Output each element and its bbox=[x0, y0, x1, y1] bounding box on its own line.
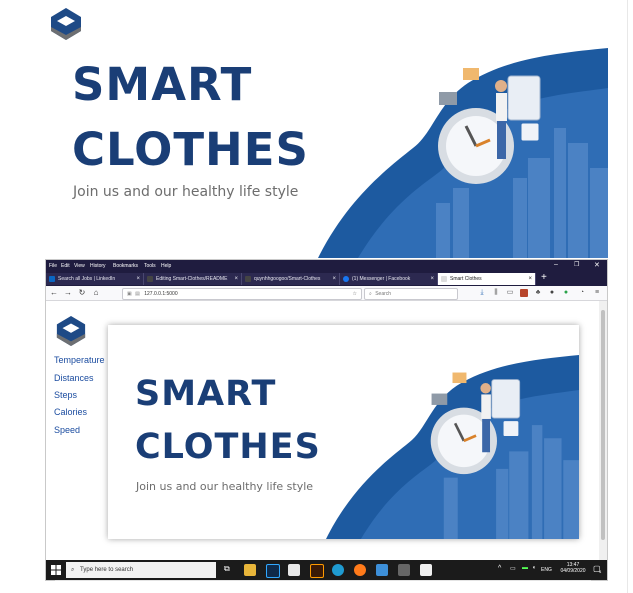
shield-icon: ▣ bbox=[127, 291, 132, 297]
site-logo-icon[interactable] bbox=[55, 315, 87, 347]
firefox-icon[interactable] bbox=[354, 564, 366, 576]
hero-title-line2: CLOTHES bbox=[72, 123, 309, 176]
close-tab-icon[interactable]: × bbox=[136, 273, 140, 285]
paint-icon[interactable] bbox=[420, 564, 432, 576]
minimize-icon[interactable]: – bbox=[554, 261, 558, 268]
url-bar[interactable]: ▣ ▤ 127.0.0.1:5000 ☆ bbox=[122, 288, 362, 300]
close-tab-icon[interactable]: × bbox=[430, 273, 434, 285]
card-title-line1: SMART bbox=[135, 374, 277, 414]
browser-window: File Edit View History Bookmarks Tools H… bbox=[45, 259, 608, 581]
extension-circle-icon[interactable]: ● bbox=[548, 289, 556, 297]
url-text: 127.0.0.1:5000 bbox=[144, 291, 178, 297]
tray-battery-icon[interactable]: ▬ bbox=[522, 565, 528, 571]
forward-icon[interactable]: → bbox=[63, 288, 73, 297]
card-illustration bbox=[326, 355, 579, 539]
download-icon[interactable]: ⤓ bbox=[478, 289, 486, 297]
back-icon[interactable]: ← bbox=[49, 288, 59, 297]
tray-network-icon[interactable]: ▭ bbox=[510, 565, 516, 572]
tab-label: Editing Smart-Clothes/README bbox=[156, 276, 228, 282]
tray-chevron-icon[interactable]: ^ bbox=[498, 565, 501, 572]
sidebar-link-steps[interactable]: Steps bbox=[54, 390, 77, 400]
hero-illustration bbox=[318, 48, 608, 258]
maximize-icon[interactable]: ❐ bbox=[574, 261, 579, 268]
tab-label: Smart Clothes bbox=[450, 276, 482, 282]
hero-banner: SMART CLOTHES Join us and our healthy li… bbox=[0, 0, 633, 258]
search-placeholder: Search bbox=[375, 291, 392, 297]
illustrator-icon[interactable] bbox=[310, 564, 324, 578]
edge-icon[interactable] bbox=[332, 564, 344, 576]
search-icon: ⌕ bbox=[369, 291, 372, 297]
tab-messenger[interactable]: (1) Messenger | Facebook × bbox=[340, 273, 438, 285]
app-icon[interactable] bbox=[376, 564, 388, 576]
card-title-line2: CLOTHES bbox=[135, 427, 321, 467]
photoshop-icon[interactable] bbox=[266, 564, 280, 578]
new-tab-icon[interactable]: + bbox=[541, 272, 547, 283]
file-explorer-icon[interactable] bbox=[244, 564, 256, 576]
tab-bar: Search all Jobs | LinkedIn × Editing Sma… bbox=[46, 272, 607, 286]
windows-taskbar: ⌕ Type here to search ⧉ ^ ▭ ▬ ◖ ENG 13:4… bbox=[46, 560, 607, 580]
extension-puzzle-icon[interactable]: ♣ bbox=[534, 289, 542, 297]
menu-edit[interactable]: Edit bbox=[61, 263, 70, 269]
page-icon bbox=[441, 276, 447, 282]
brand-logo-icon bbox=[51, 8, 81, 40]
clock-date: 04/09/2020 bbox=[560, 568, 586, 574]
account-icon[interactable]: ◔ bbox=[578, 289, 586, 297]
tab-github-repo[interactable]: quynhhgoogoo/Smart-Clothes × bbox=[242, 273, 340, 285]
notes-icon[interactable] bbox=[398, 564, 410, 576]
windows-start-icon[interactable] bbox=[51, 565, 61, 575]
tab-label: quynhhgoogoo/Smart-Clothes bbox=[254, 276, 321, 282]
page-info-icon: ▤ bbox=[135, 291, 140, 297]
tab-editing-readme[interactable]: Editing Smart-Clothes/README × bbox=[144, 273, 242, 285]
sidebar-link-temperature[interactable]: Temperature bbox=[54, 355, 105, 365]
scrollbar-thumb[interactable] bbox=[601, 310, 605, 540]
tab-label: (1) Messenger | Facebook bbox=[352, 276, 411, 282]
extension-green-icon[interactable]: ● bbox=[562, 289, 570, 297]
close-window-icon[interactable]: ✕ bbox=[594, 261, 600, 269]
menu-tools[interactable]: Tools bbox=[144, 263, 156, 269]
github-icon bbox=[147, 276, 153, 282]
language-indicator[interactable]: ENG bbox=[541, 567, 552, 573]
card-subtitle: Join us and our healthy life style bbox=[136, 480, 314, 493]
reload-icon[interactable]: ↻ bbox=[77, 288, 87, 297]
tab-linkedin[interactable]: Search all Jobs | LinkedIn × bbox=[46, 273, 144, 285]
library-icon[interactable]: ⫼ bbox=[492, 289, 500, 297]
hero-subtitle: Join us and our healthy life style bbox=[73, 184, 299, 200]
linkedin-icon bbox=[49, 276, 55, 282]
facebook-icon bbox=[343, 276, 349, 282]
menu-view[interactable]: View bbox=[74, 263, 85, 269]
hero-card: SMART CLOTHES Join us and our healthy li… bbox=[108, 325, 579, 539]
hero-title-line1: SMART bbox=[72, 58, 253, 111]
taskbar-search-placeholder: Type here to search bbox=[80, 567, 134, 573]
divider bbox=[55, 580, 591, 581]
sidebar-link-calories[interactable]: Calories bbox=[54, 407, 87, 417]
menu-help[interactable]: Help bbox=[161, 263, 171, 269]
sidebar-link-distances[interactable]: Distances bbox=[54, 373, 94, 383]
notification-count: 4 bbox=[599, 569, 602, 574]
taskbar-search-box[interactable]: ⌕ Type here to search bbox=[66, 562, 216, 578]
tray-volume-icon[interactable]: ◖ bbox=[532, 565, 536, 571]
extension-icon[interactable] bbox=[520, 289, 528, 297]
bookmark-star-icon[interactable]: ☆ bbox=[353, 289, 357, 299]
sidebar-link-speed[interactable]: Speed bbox=[54, 425, 80, 435]
close-tab-icon[interactable]: × bbox=[234, 273, 238, 285]
menu-history[interactable]: History bbox=[90, 263, 106, 269]
divider bbox=[627, 0, 628, 593]
store-icon[interactable] bbox=[288, 564, 300, 576]
close-tab-icon[interactable]: × bbox=[528, 273, 532, 285]
home-icon[interactable]: ⌂ bbox=[91, 288, 101, 297]
sidebar-icon[interactable]: ▭ bbox=[506, 289, 514, 297]
tab-label: Search all Jobs | LinkedIn bbox=[58, 276, 116, 282]
task-view-icon[interactable]: ⧉ bbox=[224, 564, 230, 574]
search-bar[interactable]: ⌕ Search bbox=[364, 288, 458, 300]
clock[interactable]: 13:47 04/09/2020 bbox=[556, 562, 590, 574]
menu-bar: File Edit View History Bookmarks Tools H… bbox=[46, 260, 607, 272]
menu-bookmarks[interactable]: Bookmarks bbox=[113, 263, 138, 269]
hamburger-menu-icon[interactable]: ≡ bbox=[593, 289, 601, 297]
close-tab-icon[interactable]: × bbox=[332, 273, 336, 285]
github-icon bbox=[245, 276, 251, 282]
search-icon: ⌕ bbox=[71, 567, 75, 573]
menu-file[interactable]: File bbox=[49, 263, 57, 269]
tab-smart-clothes[interactable]: Smart Clothes × bbox=[438, 273, 536, 285]
